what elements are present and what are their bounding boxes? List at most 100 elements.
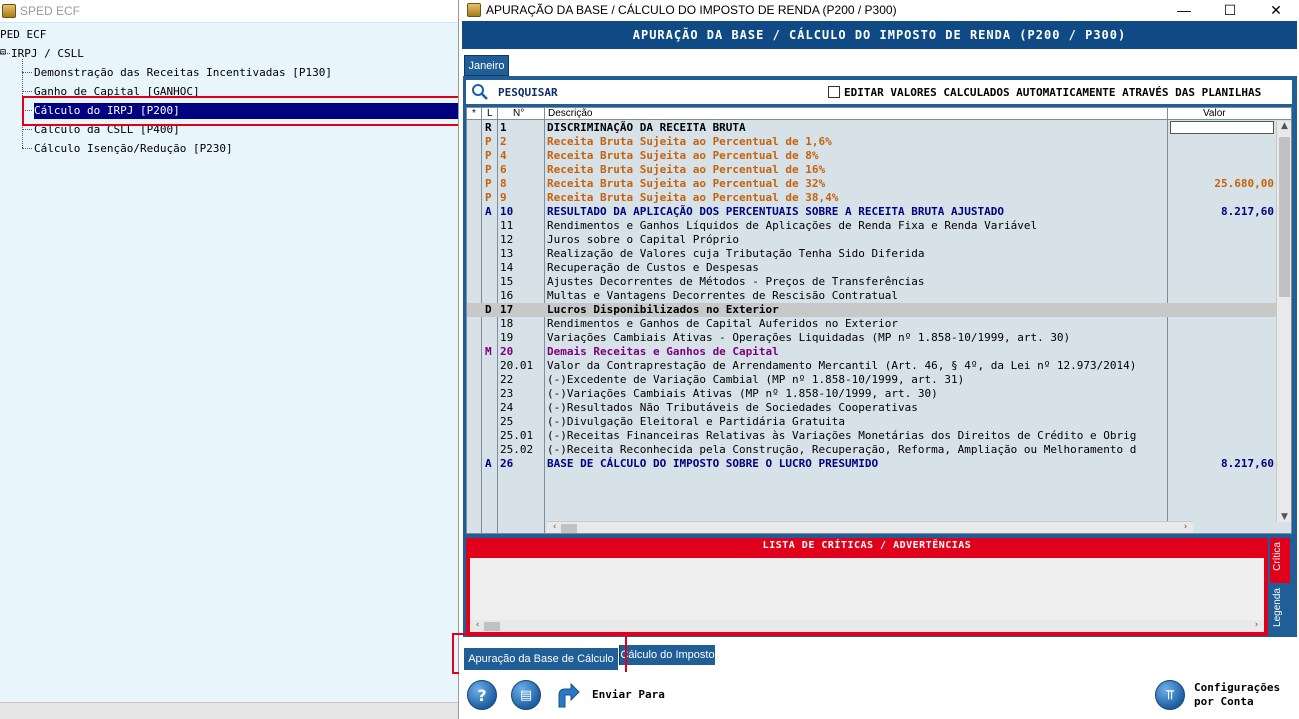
table-row[interactable]: 14 Recuperação de Custos e Despesas bbox=[467, 261, 1277, 275]
row-description-cell: Recuperação de Custos e Despesas bbox=[547, 261, 759, 274]
col-header-valor: Valor bbox=[1203, 108, 1226, 119]
row-value-cell[interactable]: 25.680,00 bbox=[1170, 177, 1274, 191]
table-row[interactable]: 23 (-)Variações Cambiais Ativas (MP nº 1.… bbox=[467, 387, 1277, 401]
config-label-line2: por Conta bbox=[1194, 695, 1254, 708]
row-l-cell: P bbox=[485, 191, 492, 204]
table-row[interactable]: D 17 Lucros Disponibilizados no Exterior bbox=[467, 303, 1277, 317]
row-value-cell[interactable]: 8.217,60 bbox=[1170, 205, 1274, 219]
criticas-panel: LISTA DE CRÍTICAS / ADVERTÊNCIAS ‹ › bbox=[466, 538, 1268, 636]
edit-values-label[interactable]: EDITAR VALORES CALCULADOS AUTOMATICAMENT… bbox=[844, 86, 1261, 99]
table-row[interactable]: 25.01 (-)Receitas Financeiras Relativas à… bbox=[467, 429, 1277, 443]
row-number-cell: 24 bbox=[500, 401, 514, 414]
tree-expander-icon[interactable]: ⊟ bbox=[0, 47, 6, 58]
table-row[interactable]: M 20 Demais Receitas e Ganhos de Capital bbox=[467, 345, 1277, 359]
row-l-cell: A bbox=[485, 205, 492, 218]
row-description-cell: Receita Bruta Sujeita ao Percentual de 3… bbox=[547, 177, 826, 190]
tab-apuracao-base[interactable]: Apuração da Base de Cálculo bbox=[464, 648, 618, 670]
tree-connector bbox=[22, 129, 32, 130]
tab-calculo-imposto[interactable]: Cálculo do Imposto bbox=[619, 645, 715, 665]
table-row[interactable]: 16 Multas e Vantagens Decorrentes de Resc… bbox=[467, 289, 1277, 303]
tab-critica-label: Crítica bbox=[1272, 542, 1283, 571]
row-l-cell: R bbox=[485, 121, 492, 134]
tree-item-ganhoc[interactable]: Ganho de Capital [GANHOC] bbox=[34, 85, 200, 98]
scroll-right-icon[interactable]: › bbox=[1178, 522, 1193, 532]
table-row[interactable]: 11 Rendimentos e Ganhos Líquidos de Aplic… bbox=[467, 219, 1277, 233]
close-button[interactable]: ✕ bbox=[1253, 0, 1299, 20]
horizontal-scrollbar[interactable]: ‹ › bbox=[547, 521, 1193, 533]
minimize-button[interactable]: — bbox=[1161, 0, 1207, 20]
row-l-cell: P bbox=[485, 135, 492, 148]
row-value-cell[interactable]: 8.217,60 bbox=[1170, 457, 1274, 471]
row-l-cell: M bbox=[485, 345, 492, 358]
table-row[interactable]: R 1 DISCRIMINAÇÃO DA RECEITA BRUTA bbox=[467, 121, 1277, 135]
row-description-cell: (-)Excedente de Variação Cambial (MP nº … bbox=[547, 373, 965, 386]
row-l-cell: P bbox=[485, 177, 492, 190]
row-l-cell: D bbox=[485, 303, 492, 316]
table-row[interactable]: 15 Ajustes Decorrentes de Métodos - Preço… bbox=[467, 275, 1277, 289]
send-arrow-icon[interactable] bbox=[555, 681, 581, 709]
scroll-down-icon[interactable]: ▼ bbox=[1277, 512, 1291, 522]
tree-item-p230[interactable]: Cálculo Isenção/Redução [P230] bbox=[34, 142, 233, 155]
config-icon[interactable]: ⫪ bbox=[1155, 680, 1185, 710]
maximize-button[interactable]: ☐ bbox=[1207, 0, 1253, 20]
scroll-thumb[interactable] bbox=[1279, 137, 1290, 297]
dialog-app-icon bbox=[467, 3, 481, 17]
table-row[interactable]: A 10 RESULTADO DA APLICAÇÃO DOS PERCENTUAI… bbox=[467, 205, 1277, 219]
search-icon[interactable] bbox=[471, 83, 489, 101]
row-description-cell: Receita Bruta Sujeita ao Percentual de 1… bbox=[547, 135, 832, 148]
row-number-cell: 17 bbox=[500, 303, 514, 316]
tree-item-p200[interactable]: Cálculo do IRPJ [P200] bbox=[34, 103, 458, 119]
row-number-cell: 14 bbox=[500, 261, 514, 274]
table-row[interactable]: 22 (-)Excedente de Variação Cambial (MP n… bbox=[467, 373, 1277, 387]
vertical-scrollbar[interactable]: ▲ ▼ bbox=[1276, 121, 1291, 522]
tab-critica[interactable]: Crítica bbox=[1270, 538, 1290, 583]
row-description-cell: (-)Variações Cambiais Ativas (MP nº 1.85… bbox=[547, 387, 938, 400]
criticas-list[interactable]: ‹ › bbox=[470, 558, 1264, 632]
tree-item-p400[interactable]: Cálculo da CSLL [P400] bbox=[34, 123, 180, 136]
tree-item-p130[interactable]: Demonstração das Receitas Incentivadas [… bbox=[34, 66, 332, 79]
table-row[interactable]: 18 Rendimentos e Ganhos de Capital Auferi… bbox=[467, 317, 1277, 331]
table-row[interactable]: 25.02 (-)Receita Reconhecida pela Constru… bbox=[467, 443, 1277, 457]
tree-root[interactable]: PED ECF bbox=[0, 28, 46, 41]
config-by-account-button[interactable]: Configurações por Conta bbox=[1194, 681, 1280, 709]
row-number-cell: 6 bbox=[500, 163, 507, 176]
table-row[interactable]: P 4 Receita Bruta Sujeita ao Percentual de… bbox=[467, 149, 1277, 163]
scroll-right-icon[interactable]: › bbox=[1249, 620, 1264, 630]
hscroll-thumb[interactable] bbox=[484, 622, 500, 631]
table-row[interactable]: 25 (-)Divulgação Eleitoral e Partidária G… bbox=[467, 415, 1277, 429]
table-row[interactable]: 19 Variações Cambiais Ativas - Operações … bbox=[467, 331, 1277, 345]
table-row[interactable]: 20.01 Valor da Contraprestação de Arrenda… bbox=[467, 359, 1277, 373]
table-row[interactable]: A 26 BASE DE CÁLCULO DO IMPOSTO SOBRE O LU… bbox=[467, 457, 1277, 471]
search-label[interactable]: PESQUISAR bbox=[498, 86, 558, 99]
grid-header: * L N° Descrição Valor bbox=[467, 108, 1291, 120]
help-icon[interactable]: ? bbox=[467, 680, 497, 710]
table-row[interactable]: P 6 Receita Bruta Sujeita ao Percentual de… bbox=[467, 163, 1277, 177]
table-row[interactable]: P 9 Receita Bruta Sujeita ao Percentual de… bbox=[467, 191, 1277, 205]
send-to-button[interactable]: Enviar Para bbox=[592, 688, 665, 701]
hscroll-thumb[interactable] bbox=[561, 524, 577, 533]
main-panel: PESQUISAR EDITAR VALORES CALCULADOS AUTO… bbox=[463, 76, 1297, 637]
table-row[interactable]: 12 Juros sobre o Capital Próprio bbox=[467, 233, 1277, 247]
tree-connector bbox=[22, 72, 32, 73]
tab-legenda-label: Legenda bbox=[1272, 588, 1283, 627]
scroll-left-icon[interactable]: ‹ bbox=[470, 620, 485, 630]
row-number-cell: 25 bbox=[500, 415, 514, 428]
tab-janeiro[interactable]: Janeiro bbox=[464, 55, 509, 76]
tab-legenda[interactable]: Legenda bbox=[1270, 584, 1290, 636]
tree-connector bbox=[22, 110, 32, 111]
scroll-left-icon[interactable]: ‹ bbox=[547, 522, 562, 532]
row-number-cell: 16 bbox=[500, 289, 514, 302]
row-description-cell: Multas e Vantagens Decorrentes de Rescis… bbox=[547, 289, 898, 302]
row-number-cell: 8 bbox=[500, 177, 507, 190]
print-icon[interactable]: ▤ bbox=[511, 680, 541, 710]
table-row[interactable]: P 8 Receita Bruta Sujeita ao Percentual de… bbox=[467, 177, 1277, 191]
scroll-up-icon[interactable]: ▲ bbox=[1277, 121, 1291, 131]
table-row[interactable]: P 2 Receita Bruta Sujeita ao Percentual de… bbox=[467, 135, 1277, 149]
edit-values-checkbox[interactable] bbox=[828, 86, 840, 98]
row-description-cell: (-)Divulgação Eleitoral e Partidária Gra… bbox=[547, 415, 846, 428]
row-value-cell[interactable] bbox=[1170, 121, 1274, 134]
table-row[interactable]: 24 (-)Resultados Não Tributáveis de Socie… bbox=[467, 401, 1277, 415]
criticas-hscroll[interactable]: ‹ › bbox=[470, 620, 1264, 632]
table-row[interactable]: 13 Realização de Valores cuja Tributação … bbox=[467, 247, 1277, 261]
window-controls: — ☐ ✕ bbox=[1161, 0, 1299, 20]
